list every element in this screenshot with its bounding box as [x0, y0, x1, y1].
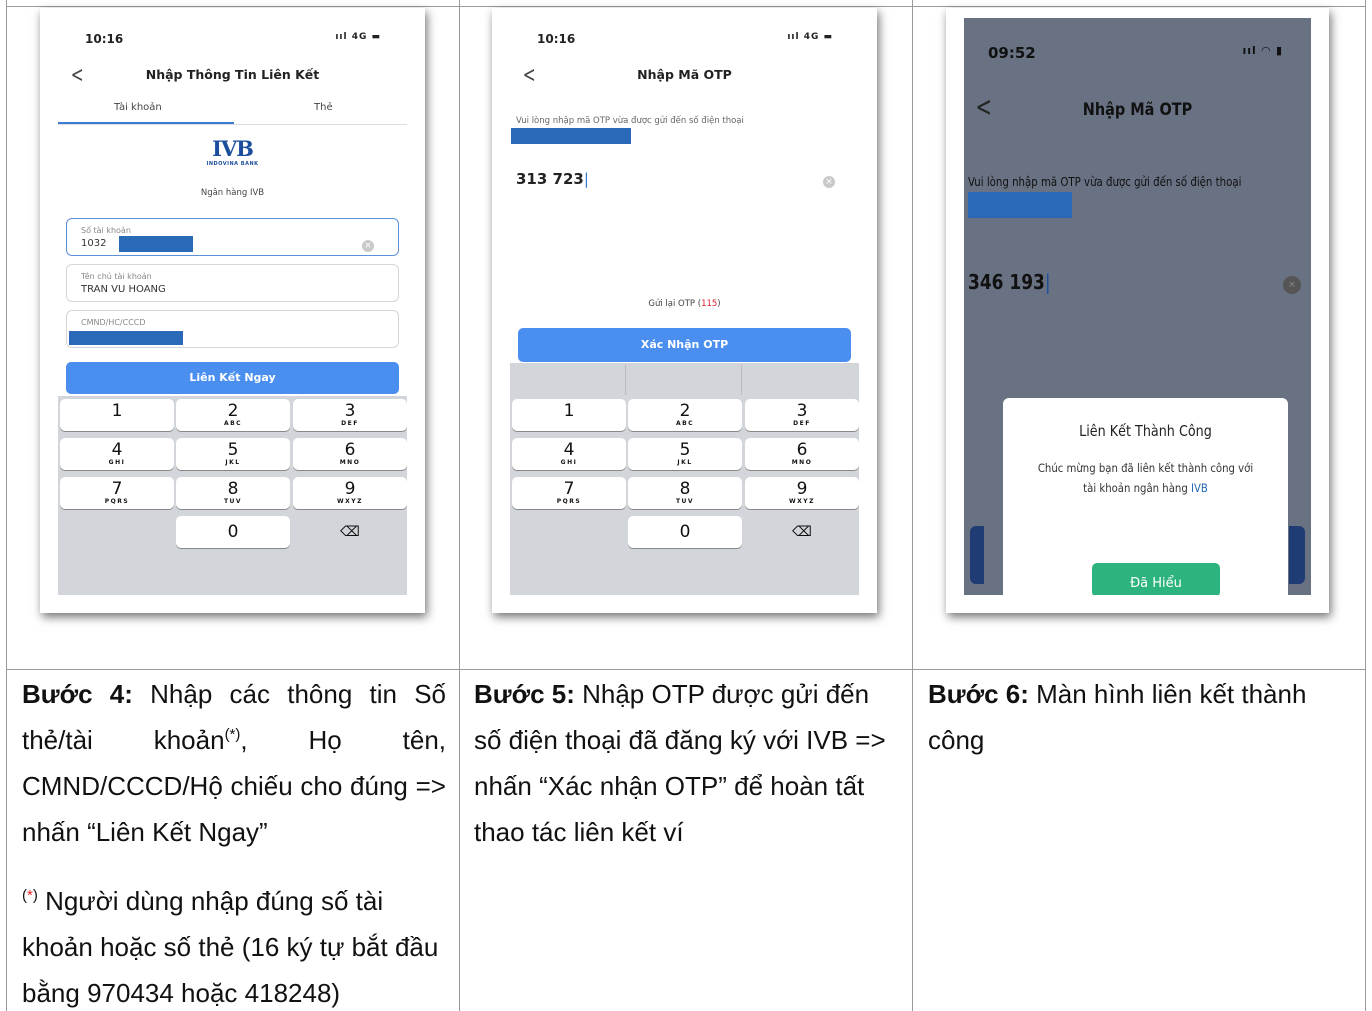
key-2[interactable]: 2 ABC	[176, 399, 290, 431]
page-title: Nhập Mã OTP	[1082, 100, 1193, 120]
status-time: 10:16	[537, 32, 576, 46]
key-5[interactable]: 5 JKL	[628, 438, 742, 470]
redaction-bar	[968, 192, 1072, 218]
step6-caption: Bước 6: Màn hình liên kết thành công	[928, 679, 1307, 755]
understood-button[interactable]: Đã Hiểu	[1092, 563, 1220, 595]
step4-note: (*) Người dùng nhập đúng số tài khoản ho…	[22, 886, 439, 1008]
key-0[interactable]: 0	[176, 516, 290, 548]
status-bar: 10:16 ııl 4G ▬	[510, 32, 859, 48]
key-0[interactable]: 0	[628, 516, 742, 548]
bank-logo: IVB INDOVINA BANK	[206, 136, 259, 167]
signal-battery-icon: ııl ◠ ▮	[1242, 44, 1283, 57]
id-number-field[interactable]: CMND/HC/CCCD	[66, 310, 399, 348]
key-6[interactable]: 6 MNO	[745, 438, 859, 470]
status-bar: 09:52 ııl ◠ ▮	[964, 44, 1311, 62]
otp-instructions: Vui lòng nhập mã OTP vừa được gửi đến số…	[968, 175, 1242, 189]
link-now-button[interactable]: Liên Kết Ngay	[66, 362, 399, 394]
bank-name: Ngân hàng IVB	[200, 188, 265, 198]
resend-otp-link[interactable]: Gửi lại OTP (115)	[510, 299, 859, 309]
numeric-keyboard: 1 2 ABC 3 DEF 4 GHI 5 JKL 6 MNO 7 PQRS 8 TUV 9W…	[510, 363, 859, 595]
success-dialog: Liên Kết Thành Công Chúc mừng bạn đã liê…	[1003, 398, 1288, 595]
clear-icon[interactable]: ×	[1283, 276, 1301, 294]
account-holder-field[interactable]: Tên chủ tài khoản TRAN VU HOANG	[66, 264, 399, 302]
clear-icon[interactable]: ×	[823, 176, 835, 188]
signal-battery-icon: ııl 4G ▬	[787, 32, 833, 42]
page-title: Nhập Mã OTP	[637, 67, 732, 82]
numeric-keyboard: 1 2 ABC 3 DEF 4 GHI 5 JKL 6 MNO 7 PQRS 8 TUV 9W…	[58, 396, 407, 595]
countdown: 115	[701, 299, 718, 309]
otp-input[interactable]: 313 723|	[516, 170, 589, 188]
key-1[interactable]: 1	[512, 399, 626, 431]
key-1[interactable]: 1	[60, 399, 174, 431]
key-9[interactable]: 9 WXYZ	[745, 477, 859, 509]
active-tab-indicator	[58, 122, 234, 124]
status-time: 10:16	[85, 32, 124, 46]
redaction-bar	[69, 331, 183, 345]
dialog-title: Liên Kết Thành Công	[1079, 422, 1212, 440]
key-3[interactable]: 3 DEF	[745, 399, 859, 431]
redaction-bar	[119, 236, 193, 252]
page-title: Nhập Thông Tin Liên Kết	[145, 67, 320, 82]
nav-bar: < Nhập Mã OTP	[964, 90, 1311, 124]
backspace-icon[interactable]: ⌫	[745, 516, 859, 548]
status-time: 09:52	[988, 44, 1036, 62]
step6-screenshot: 09:52 ııl ◠ ▮ < Nhập Mã OTP Vui lòng nhậ…	[946, 8, 1329, 613]
key-8[interactable]: 8 TUV	[628, 477, 742, 509]
otp-input[interactable]: 346 193|	[968, 270, 1051, 294]
step4-screenshot: 10:16 ııl 4G ▬ < Nhập Thông Tin Liên Kết…	[40, 8, 425, 613]
nav-bar: < Nhập Thông Tin Liên Kết	[58, 63, 407, 91]
redaction-bar	[511, 128, 631, 144]
step5-caption: Bước 5: Nhập OTP được gửi đến số điện th…	[474, 679, 886, 847]
key-4[interactable]: 4 GHI	[512, 438, 626, 470]
key-9[interactable]: 9 WXYZ	[293, 477, 407, 509]
confirm-otp-button[interactable]: Xác Nhận OTP	[518, 328, 851, 362]
signal-battery-icon: ııl 4G ▬	[335, 32, 381, 42]
backspace-icon[interactable]: ⌫	[293, 516, 407, 548]
account-number-field[interactable]: Số tài khoản 1032 ×	[66, 218, 399, 256]
key-6[interactable]: 6 MNO	[293, 438, 407, 470]
clear-icon[interactable]: ×	[362, 240, 374, 252]
otp-instructions: Vui lòng nhập mã OTP vừa được gửi đến số…	[516, 116, 744, 126]
key-2[interactable]: 2 ABC	[628, 399, 742, 431]
step4-caption: Bước 4: Nhập các thông tin Số thẻ/tài kh…	[22, 679, 447, 847]
key-7[interactable]: 7 PQRS	[512, 477, 626, 509]
key-8[interactable]: 8 TUV	[176, 477, 290, 509]
dialog-message: Chúc mừng bạn đã liên kết thành công với…	[1037, 461, 1254, 495]
key-5[interactable]: 5 JKL	[176, 438, 290, 470]
step5-screenshot: 10:16 ııl 4G ▬ < Nhập Mã OTP Vui lòng nh…	[492, 8, 877, 613]
key-4[interactable]: 4 GHI	[60, 438, 174, 470]
nav-bar: < Nhập Mã OTP	[510, 63, 859, 91]
tab-account[interactable]: Tài khoản	[114, 102, 162, 113]
status-bar: 10:16 ııl 4G ▬	[58, 32, 407, 48]
tab-card[interactable]: Thẻ	[314, 102, 333, 113]
key-3[interactable]: 3 DEF	[293, 399, 407, 431]
key-7[interactable]: 7 PQRS	[60, 477, 174, 509]
